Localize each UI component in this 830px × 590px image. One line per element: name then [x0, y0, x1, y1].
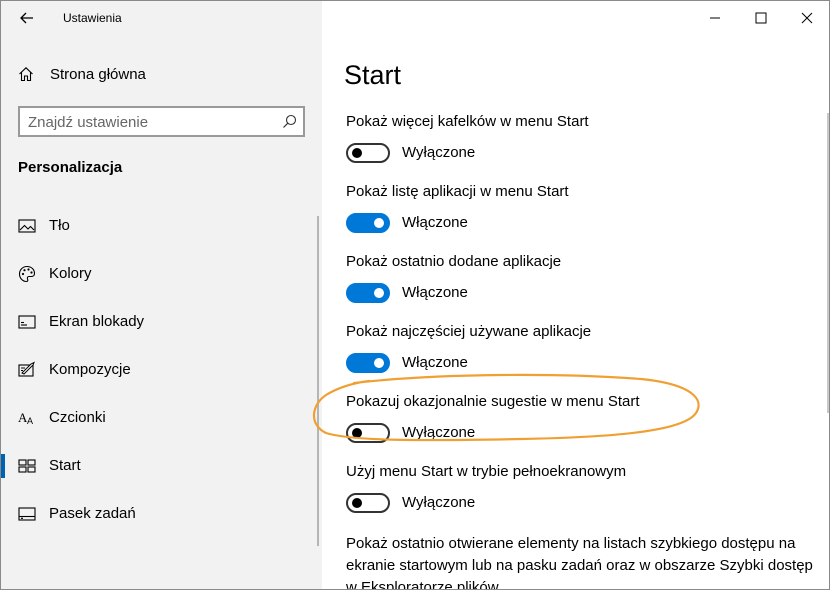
- home-label: Strona główna: [50, 66, 146, 83]
- setting-app-list: Pokaż listę aplikacji w menu Start Włącz…: [346, 183, 806, 235]
- page-title: Start: [344, 60, 402, 90]
- recently-added-toggle[interactable]: [346, 283, 390, 303]
- app-list-toggle[interactable]: [346, 213, 390, 233]
- sidebar-item-start[interactable]: Start: [1, 446, 322, 486]
- setting-label: Pokaż najczęściej używane aplikacje: [346, 323, 592, 340]
- toggle-knob: [352, 428, 362, 438]
- close-icon: [801, 12, 813, 24]
- close-button[interactable]: [793, 5, 821, 31]
- lock-screen-icon: [18, 315, 36, 329]
- setting-most-used: Pokaż najczęściej używane aplikacje Włąc…: [346, 323, 806, 375]
- setting-suggestions: Pokazuj okazjonalnie sugestie w menu Sta…: [346, 393, 806, 445]
- back-arrow-icon: [20, 12, 33, 24]
- themes-icon: [18, 361, 35, 377]
- sidebar-item-label: Pasek zadań: [49, 505, 136, 522]
- toggle-knob: [374, 288, 384, 298]
- setting-recently-added: Pokaż ostatnio dodane aplikacje Włączone: [346, 253, 806, 305]
- toggle-knob: [352, 148, 362, 158]
- toggle-knob: [374, 218, 384, 228]
- sidebar-item-czcionki[interactable]: A A Czcionki: [1, 398, 322, 438]
- setting-label: Pokazuj okazjonalnie sugestie w menu Sta…: [346, 393, 640, 410]
- start-icon: [18, 459, 36, 473]
- taskbar-icon: [18, 507, 36, 521]
- setting-label: Użyj menu Start w trybie pełnoekranowym: [346, 463, 627, 480]
- sidebar-item-label: Kolory: [49, 265, 92, 282]
- toggle-knob: [352, 498, 362, 508]
- sidebar-item-label: Tło: [49, 217, 70, 234]
- search-box[interactable]: [18, 106, 305, 137]
- app-title: Ustawienia: [63, 11, 122, 25]
- toggle-state-label: Wyłączone: [402, 144, 476, 161]
- sidebar-item-label: Czcionki: [49, 409, 106, 426]
- setting-fullscreen: Użyj menu Start w trybie pełnoekranowym …: [346, 463, 806, 515]
- fonts-icon: A A: [18, 410, 33, 426]
- toggle-state-label: Wyłączone: [402, 494, 476, 511]
- main-panel: Start Pokaż więcej kafelków w menu Start…: [322, 1, 829, 590]
- svg-text:A: A: [27, 416, 33, 426]
- sidebar-item-ekran-blokady[interactable]: Ekran blokady: [1, 302, 322, 342]
- toggle-state-label: Wyłączone: [402, 424, 476, 441]
- suggestions-toggle[interactable]: [346, 423, 390, 443]
- maximize-icon: [755, 12, 767, 24]
- sidebar-scrollbar[interactable]: [317, 216, 319, 546]
- selection-indicator: [1, 454, 5, 478]
- toggle-state-label: Włączone: [402, 354, 468, 371]
- home-nav-item[interactable]: Strona główna: [1, 57, 322, 91]
- sidebar-item-pasek-zadan[interactable]: Pasek zadań: [1, 494, 322, 534]
- setting-more-tiles: Pokaż więcej kafelków w menu Start Wyłąc…: [346, 113, 806, 165]
- setting-recent-items-label: Pokaż ostatnio otwierane elementy na lis…: [346, 535, 813, 590]
- back-button[interactable]: [15, 7, 39, 29]
- sidebar-item-label: Start: [49, 457, 81, 474]
- home-icon: [19, 67, 33, 82]
- sidebar-item-tlo[interactable]: Tło: [1, 206, 322, 246]
- most-used-toggle[interactable]: [346, 353, 390, 373]
- image-icon: [18, 219, 36, 233]
- toggle-state-label: Włączone: [402, 284, 468, 301]
- settings-window: Ustawienia Strona główna Personalizacja …: [0, 0, 830, 590]
- fullscreen-toggle[interactable]: [346, 493, 390, 513]
- setting-label: Pokaż ostatnio dodane aplikacje: [346, 253, 562, 270]
- sidebar-item-kompozycje[interactable]: Kompozycje: [1, 350, 322, 390]
- palette-icon: [18, 265, 36, 283]
- search-input[interactable]: [28, 113, 268, 131]
- sidebar: Ustawienia Strona główna Personalizacja …: [1, 1, 322, 589]
- main-scrollbar[interactable]: [827, 113, 829, 413]
- minimize-button[interactable]: [701, 5, 729, 31]
- minimize-icon: [710, 17, 720, 19]
- sidebar-item-kolory[interactable]: Kolory: [1, 254, 322, 294]
- toggle-knob: [374, 358, 384, 368]
- maximize-button[interactable]: [747, 5, 775, 31]
- more-tiles-toggle[interactable]: [346, 143, 390, 163]
- sidebar-item-label: Ekran blokady: [49, 313, 145, 330]
- section-title: Personalizacja: [18, 159, 123, 176]
- setting-label: Pokaż listę aplikacji w menu Start: [346, 183, 569, 200]
- setting-label: Pokaż więcej kafelków w menu Start: [346, 113, 589, 130]
- toggle-state-label: Włączone: [402, 214, 468, 231]
- search-icon[interactable]: [282, 114, 297, 129]
- sidebar-item-label: Kompozycje: [49, 361, 131, 378]
